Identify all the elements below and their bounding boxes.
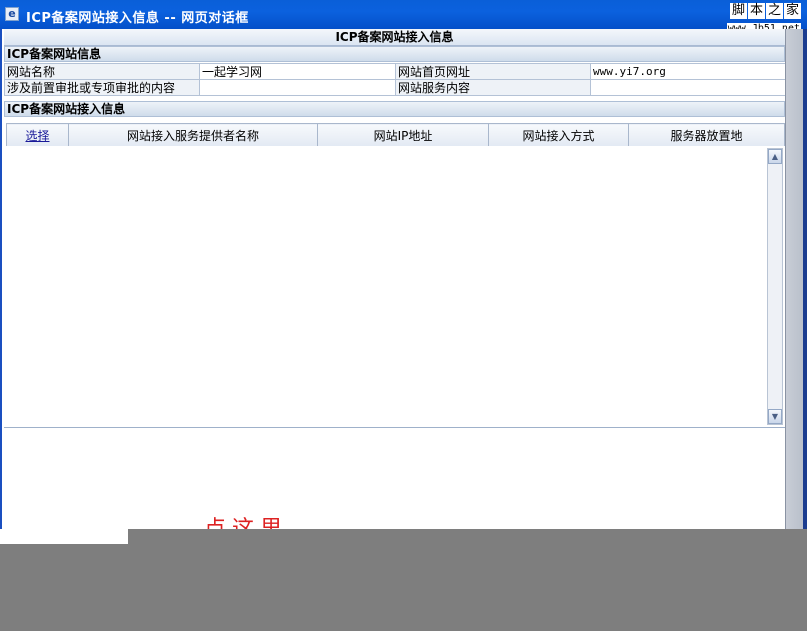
watermark-char: 家 xyxy=(784,3,801,19)
site-info-section-title: ICP备案网站信息 xyxy=(4,46,785,62)
site-info-table: 网站名称 一起学习网 网站首页网址 www.yi7.org 涉及前置审批或专项审… xyxy=(4,63,787,96)
select-link[interactable]: 选择 xyxy=(25,129,49,143)
partial-link-text[interactable]: 点这里 xyxy=(204,516,288,529)
table-header-row: 选择 网站接入服务提供者名称 网站IP地址 网站接入方式 服务器放置地 xyxy=(6,123,785,147)
approval-content-label: 涉及前置审批或专项审批的内容 xyxy=(4,79,200,96)
window-title-bar[interactable]: e ICP备案网站接入信息 -- 网页对话框 脚 本 之 家 www.Jb51.… xyxy=(0,0,807,34)
dialog-header: ICP备案网站接入信息 xyxy=(4,29,785,46)
access-list-area[interactable] xyxy=(4,146,785,428)
scroll-up-button[interactable]: ▲ xyxy=(768,149,782,164)
column-header-select[interactable]: 选择 xyxy=(6,123,69,147)
table-row: 网站名称 一起学习网 网站首页网址 www.yi7.org xyxy=(4,63,787,80)
window-title: ICP备案网站接入信息 -- 网页对话框 xyxy=(26,11,249,26)
watermark-char: 之 xyxy=(766,3,783,19)
scroll-down-button[interactable]: ▼ xyxy=(768,409,782,424)
site-homepage-label: 网站首页网址 xyxy=(395,63,591,80)
watermark-char: 本 xyxy=(748,3,765,19)
overlay-gap xyxy=(0,529,128,544)
dialog-frame: ICP备案网站接入信息 ICP备案网站信息 网站名称 一起学习网 网站首页网址 … xyxy=(0,29,787,529)
column-header-access-method: 网站接入方式 xyxy=(488,123,629,147)
service-content-value xyxy=(590,79,787,96)
column-header-server-location: 服务器放置地 xyxy=(628,123,785,147)
column-header-provider: 网站接入服务提供者名称 xyxy=(68,123,318,147)
gray-overlay xyxy=(0,529,807,631)
site-homepage-value: www.yi7.org xyxy=(590,63,787,80)
service-content-label: 网站服务内容 xyxy=(395,79,591,96)
table-row: 涉及前置审批或专项审批的内容 网站服务内容 xyxy=(4,79,787,96)
window-edge xyxy=(803,29,807,529)
access-info-table: 选择 网站接入服务提供者名称 网站IP地址 网站接入方式 服务器放置地 xyxy=(6,123,785,147)
watermark-char: 脚 xyxy=(730,3,747,19)
list-scrollbar[interactable]: ▲ ▼ xyxy=(767,148,783,425)
window-scrollbar[interactable] xyxy=(785,29,807,529)
approval-content-value xyxy=(199,79,396,96)
column-header-ip: 网站IP地址 xyxy=(317,123,489,147)
site-name-value: 一起学习网 xyxy=(199,63,396,80)
ie-icon: e xyxy=(5,7,19,21)
access-info-section-title: ICP备案网站接入信息 xyxy=(4,101,785,117)
site-name-label: 网站名称 xyxy=(4,63,200,80)
